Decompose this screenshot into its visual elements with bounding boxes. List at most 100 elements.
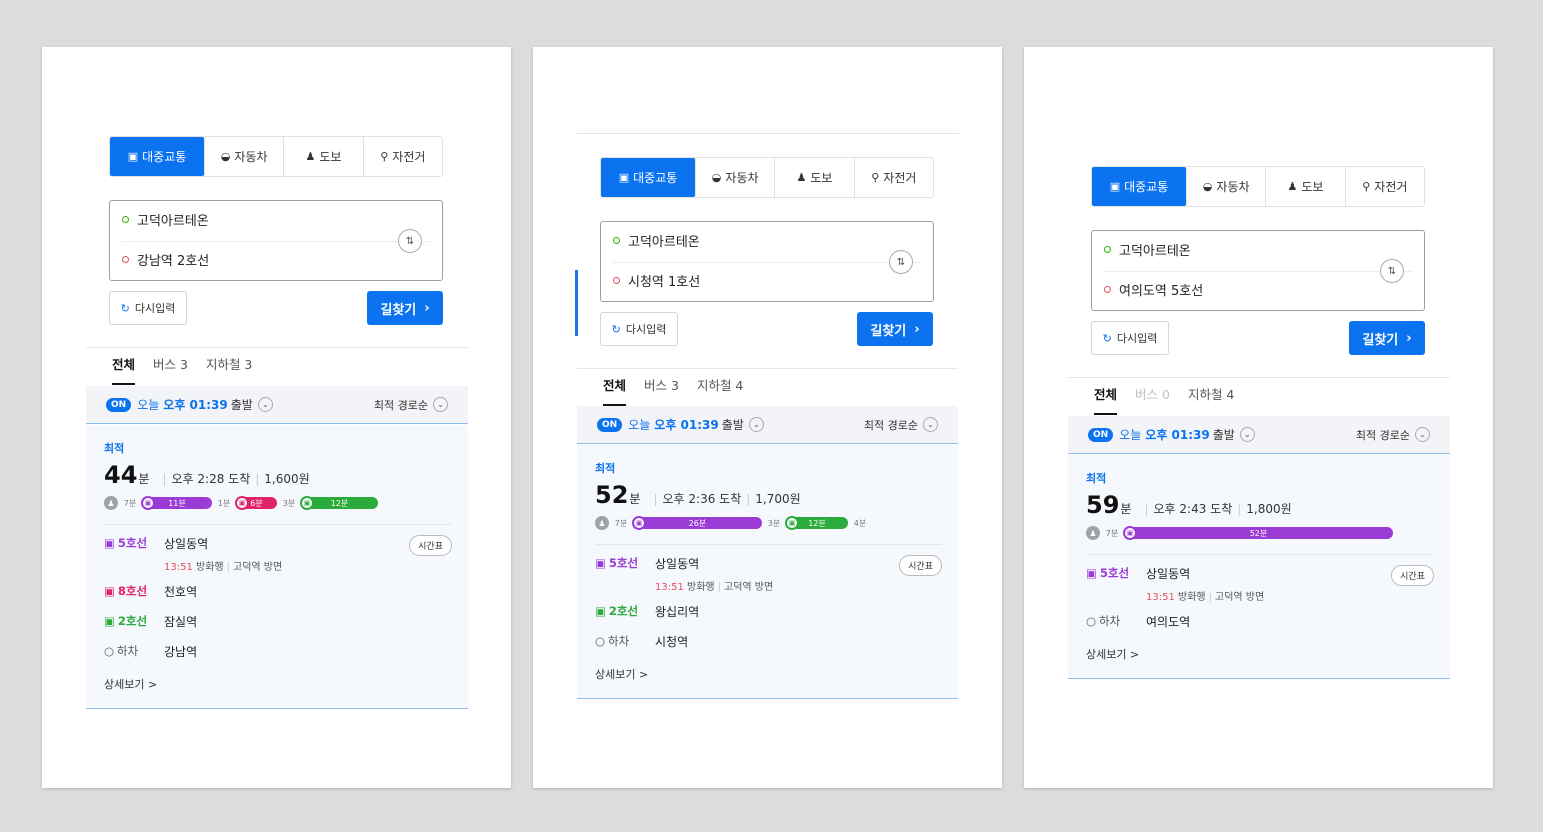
mode-tab-4[interactable]: ⚲ 자전거	[362, 137, 442, 176]
reset-button[interactable]: ↻ 다시입력	[600, 312, 678, 346]
train-info: 13:51 방화행 | 고덕역 방면	[1146, 588, 1391, 603]
mode-tab-1[interactable]: ▣ 대중교통	[110, 137, 204, 176]
refresh-icon: ↻	[120, 301, 130, 315]
route-steps: ▣ 5호선 상일동역 13:51 방화행 | 고덕역 방면 시간표 ▣ 8호선 천호역 ▣ 2호선 잠실…	[104, 524, 452, 663]
station-block: 상일동역 13:51 방화행 | 고덕역 방면	[164, 535, 409, 573]
chevron-down-icon[interactable]: ⌄	[748, 417, 764, 432]
segment-bar: ♟ 7분 ▣ 26분 3분 ▣ 12분 4분	[595, 516, 938, 530]
destination-field[interactable]: 강남역 2호선	[122, 250, 209, 269]
step-row: ○ 하차 여의도역	[1086, 613, 1434, 633]
chevron-right-icon: ›	[914, 321, 920, 337]
step-line: ▣ 2호선	[595, 603, 655, 619]
mode-label: 자전거	[392, 150, 426, 164]
subway-icon: ▣	[104, 536, 115, 550]
tab-2[interactable]: 버스 3	[644, 375, 679, 406]
step-line: ▣ 5호선	[595, 555, 655, 571]
divider: |	[226, 562, 230, 573]
mode-tab-2[interactable]: ◒ 자동차	[1186, 167, 1265, 206]
bike-icon: ⚲	[871, 171, 880, 184]
on-toggle[interactable]: ON	[106, 397, 132, 412]
swap-icon[interactable]: ⇅	[1380, 259, 1404, 283]
mode-tab-1[interactable]: ▣ 대중교통	[1092, 167, 1186, 206]
depart-time[interactable]: 오후 01:39	[1145, 426, 1209, 443]
route-result[interactable]: 최적 59 분 | 오후 2:43 도착 | 1,800원 ♟ 7분 ▣ 52분 ▣ 5호선 상일동역 13…	[1068, 455, 1450, 679]
origin-text[interactable]: 고덕아르테온	[137, 210, 209, 229]
tab-1[interactable]: 전체	[112, 354, 136, 385]
arrival-meta: | 오후 2:43 도착 | 1,800원	[1139, 500, 1291, 517]
timetable-button[interactable]: 시간표	[1391, 565, 1434, 586]
search-route-button[interactable]: 길찾기 ›	[367, 291, 443, 325]
arrival-time: 오후 2:43 도착	[1153, 502, 1233, 516]
swap-icon[interactable]: ⇅	[398, 229, 422, 253]
chevron-down-icon[interactable]: ⌄	[1239, 427, 1255, 442]
search-route-button[interactable]: 길찾기 ›	[857, 312, 933, 346]
origin-field[interactable]: 고덕아르테온	[122, 210, 209, 229]
reset-button[interactable]: ↻ 다시입력	[109, 291, 187, 325]
tab-2[interactable]: 버스 0	[1135, 384, 1170, 415]
mode-tab-4[interactable]: ⚲ 자전거	[1344, 167, 1424, 206]
chevron-down-icon: ⌄	[923, 417, 938, 432]
mode-tab-3[interactable]: ♟ 도보	[774, 158, 853, 197]
scroll-indicator[interactable]	[575, 270, 578, 336]
search-route-button[interactable]: 길찾기 ›	[1349, 321, 1425, 355]
station-name: 잠실역	[164, 615, 198, 629]
reset-label: 다시입력	[1116, 332, 1158, 345]
sort-label: 최적 경로순	[373, 398, 428, 412]
tab-1[interactable]: 전체	[1094, 384, 1118, 415]
mode-tab-3[interactable]: ♟ 도보	[1265, 167, 1344, 206]
mode-tab-1[interactable]: ▣ 대중교통	[601, 158, 695, 197]
tab-3[interactable]: 지하철 4	[1188, 384, 1234, 415]
destination-field[interactable]: 시청역 1호선	[613, 271, 700, 290]
subway-icon: ▣	[300, 496, 314, 510]
route-result[interactable]: 최적 52 분 | 오후 2:36 도착 | 1,700원 ♟ 7분 ▣ 26분 3분 ▣ 12분 4분 ▣ 5…	[577, 445, 958, 699]
destination-text[interactable]: 강남역 2호선	[137, 250, 209, 269]
origin-field[interactable]: 고덕아르테온	[1104, 240, 1191, 259]
mode-label: 자동차	[725, 171, 759, 185]
timetable-button[interactable]: 시간표	[899, 555, 942, 576]
origin-text[interactable]: 고덕아르테온	[628, 231, 700, 250]
mode-tab-4[interactable]: ⚲ 자전거	[853, 158, 933, 197]
mode-label: 자전거	[1374, 180, 1408, 194]
section-divider	[577, 368, 958, 369]
tab-1[interactable]: 전체	[603, 375, 627, 406]
destination-text[interactable]: 시청역 1호선	[628, 271, 700, 290]
subway-icon: ▣	[104, 584, 115, 598]
mode-tab-3[interactable]: ♟ 도보	[283, 137, 362, 176]
reset-button[interactable]: ↻ 다시입력	[1091, 321, 1169, 355]
mode-tab-2[interactable]: ◒ 자동차	[695, 158, 774, 197]
tab-3[interactable]: 지하철 4	[697, 375, 743, 406]
on-toggle[interactable]: ON	[1088, 427, 1114, 442]
alight-icon: ○	[595, 634, 606, 648]
divider: |	[1144, 502, 1149, 516]
chevron-down-icon[interactable]: ⌄	[257, 397, 273, 412]
route-card-3: ▣ 대중교통 ◒ 자동차 ♟ 도보 ⚲ 자전거고덕아르테온여의도역 5호선 ⇅ ↻ 다시입력 길찾기 ›…	[1024, 47, 1493, 788]
detail-link[interactable]: 상세보기 >	[1086, 646, 1430, 662]
swap-icon[interactable]: ⇅	[889, 250, 913, 274]
depart-time[interactable]: 오후 01:39	[163, 396, 227, 413]
segment-ride-time: 12분	[330, 498, 349, 508]
mode-tab-2[interactable]: ◒ 자동차	[204, 137, 283, 176]
sort-dropdown[interactable]: 최적 경로순 ⌄	[864, 417, 938, 433]
route-result[interactable]: 최적 44 분 | 오후 2:28 도착 | 1,600원 ♟ 7분 ▣ 11분 1분 ▣ 6분 3분 ▣ 12…	[86, 425, 468, 709]
station-name: 상일동역	[1146, 567, 1191, 581]
sort-label: 최적 경로순	[1355, 428, 1410, 442]
on-toggle[interactable]: ON	[597, 417, 623, 432]
origin-field[interactable]: 고덕아르테온	[613, 231, 700, 250]
timetable-button[interactable]: 시간표	[409, 535, 452, 556]
destination-text[interactable]: 여의도역 5호선	[1119, 280, 1203, 299]
chevron-down-icon: ⌄	[433, 397, 448, 412]
detail-link[interactable]: 상세보기 >	[595, 666, 938, 682]
station-block: 강남역	[164, 643, 452, 660]
origin-text[interactable]: 고덕아르테온	[1119, 240, 1191, 259]
depart-suffix: 출발	[721, 418, 744, 432]
line-name: 2호선	[117, 614, 148, 628]
detail-link[interactable]: 상세보기 >	[104, 676, 448, 692]
tab-2[interactable]: 버스 3	[153, 354, 188, 385]
tab-3[interactable]: 지하철 3	[206, 354, 252, 385]
route-input-box: 고덕아르테온여의도역 5호선 ⇅	[1091, 230, 1425, 311]
destination-field[interactable]: 여의도역 5호선	[1104, 280, 1203, 299]
minute-unit: 분	[138, 472, 150, 486]
sort-dropdown[interactable]: 최적 경로순 ⌄	[1356, 427, 1430, 443]
sort-dropdown[interactable]: 최적 경로순 ⌄	[374, 397, 448, 413]
depart-time[interactable]: 오후 01:39	[654, 416, 718, 433]
